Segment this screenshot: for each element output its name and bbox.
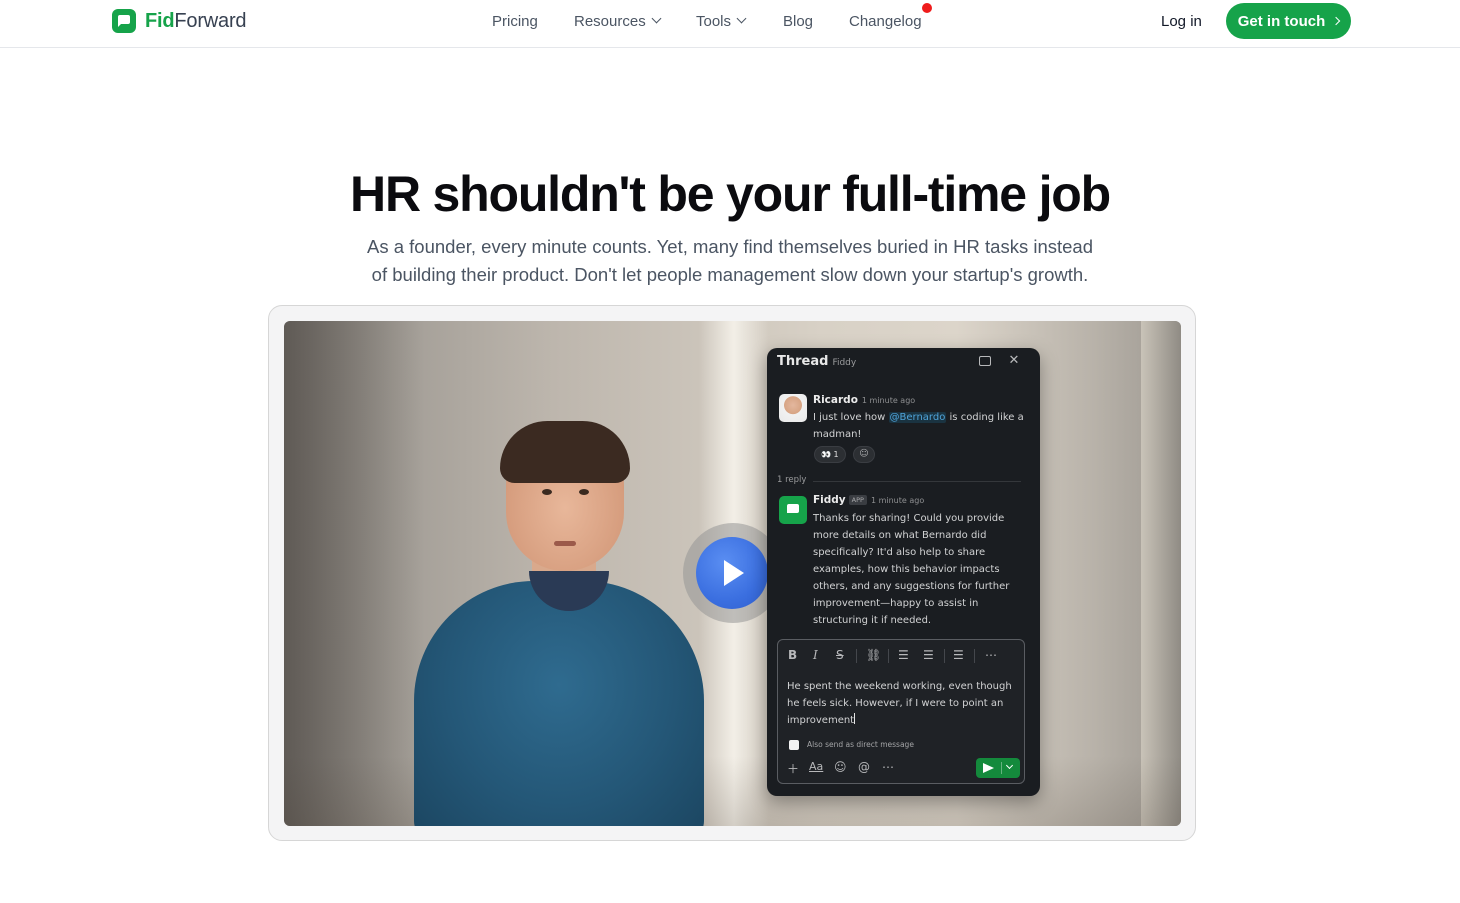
toolbar-divider [944, 649, 945, 663]
ordered-list-icon[interactable]: ☰ [898, 648, 909, 662]
link-icon[interactable]: ⛓ [866, 648, 881, 662]
emoji-icon[interactable]: ☺ [834, 760, 847, 774]
direct-message-checkbox[interactable] [789, 740, 799, 750]
reply-count: 1 reply [777, 475, 807, 485]
chevron-right-icon [1332, 16, 1341, 26]
close-icon[interactable]: ✕ [1007, 354, 1021, 368]
user-mention[interactable]: @Bernardo [888, 412, 947, 423]
presenter-mouth [554, 541, 576, 546]
presenter-eye [542, 489, 552, 495]
message-author: Ricardo 1 minute ago [813, 394, 916, 406]
presenter-sweater [414, 581, 704, 826]
plus-icon[interactable]: ＋ [787, 760, 799, 777]
nav-pricing[interactable]: Pricing [492, 13, 538, 30]
app-badge: APP [848, 495, 867, 505]
video-background [284, 321, 424, 826]
popout-icon[interactable] [979, 356, 991, 366]
message-time: 1 minute ago [861, 396, 916, 405]
more-options-icon[interactable]: ⋯ [985, 648, 997, 662]
text-format-icon[interactable]: Aa [809, 760, 823, 773]
presenter-eye [579, 489, 589, 495]
nav-changelog[interactable]: Changelog [849, 13, 922, 30]
chevron-down-icon[interactable] [1005, 761, 1014, 770]
nav-blog[interactable]: Blog [783, 13, 813, 30]
play-icon[interactable] [696, 537, 768, 609]
direct-message-label: Also send as direct message [807, 740, 914, 749]
hero-subtitle: As a founder, every minute counts. Yet, … [367, 236, 1093, 285]
notification-dot [922, 3, 932, 13]
message-time: 1 minute ago [870, 496, 925, 505]
mention-icon[interactable]: @ [858, 760, 870, 774]
brand-name: FidForward [145, 9, 247, 32]
login-link[interactable]: Log in [1161, 13, 1202, 30]
strikethrough-icon[interactable]: S [836, 648, 844, 662]
chevron-down-icon [651, 13, 662, 24]
bullet-list-icon[interactable]: ☰ [923, 648, 934, 662]
avatar[interactable] [779, 394, 807, 422]
block-quote-icon[interactable]: ☰ [953, 648, 964, 662]
send-divider [1001, 762, 1002, 774]
eyes-reaction[interactable]: 👀 1 [814, 446, 846, 463]
nav-tools[interactable]: Tools [696, 13, 747, 30]
toolbar-divider [888, 649, 889, 663]
message-composer[interactable]: B I S ⛓ ☰ ☰ ☰ ⋯ He spent the weekend wor… [777, 639, 1025, 784]
thread-subtitle: Fiddy [832, 358, 857, 368]
more-icon[interactable]: ⋯ [882, 760, 894, 774]
nav-resources[interactable]: Resources [574, 13, 662, 30]
get-in-touch-button[interactable]: Get in touch [1226, 3, 1351, 39]
message-text: I just love how @Bernardo is coding like… [813, 412, 1024, 440]
text-caret [854, 713, 856, 724]
top-navigation: FidForward Pricing Resources Tools Blog … [0, 0, 1460, 48]
message-text: Thanks for sharing! Could you provide mo… [813, 513, 1010, 626]
brand-logo[interactable]: FidForward [112, 9, 247, 33]
divider [813, 481, 1021, 482]
avatar[interactable] [779, 496, 807, 524]
presenter-hair [500, 421, 630, 483]
chat-bubble-logo-icon [112, 9, 136, 33]
video-background-window [1141, 321, 1181, 826]
toolbar-divider [856, 649, 857, 663]
message-author: Fiddy APP 1 minute ago [813, 494, 925, 506]
slack-thread-panel: Thread Fiddy ✕ Ricardo 1 minute ago I just… [767, 348, 1040, 796]
toolbar-divider [974, 649, 975, 663]
bold-icon[interactable]: B [788, 648, 797, 662]
chevron-down-icon [736, 13, 747, 24]
hero-title: HR shouldn't be your full-time job [350, 166, 1111, 222]
thread-title: Thread Fiddy [777, 354, 857, 369]
send-button[interactable] [976, 758, 1020, 778]
add-reaction-icon[interactable]: ☺ [853, 446, 875, 463]
italic-icon[interactable]: I [813, 648, 818, 662]
presenter-figure [414, 421, 714, 826]
composer-input[interactable]: He spent the weekend working, even thoug… [787, 678, 1019, 729]
